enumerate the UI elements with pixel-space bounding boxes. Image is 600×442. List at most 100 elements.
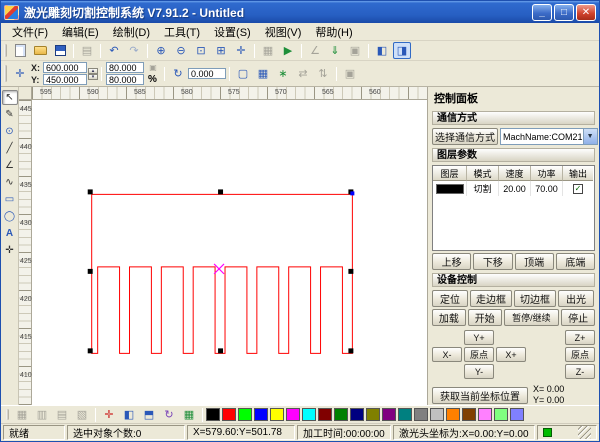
download-to-machine-icon[interactable]: ⇓ xyxy=(326,42,344,59)
color-swatch[interactable] xyxy=(238,408,252,421)
maximize-button[interactable]: □ xyxy=(554,3,574,21)
ellipse-tool[interactable]: ◯ xyxy=(2,209,18,224)
origin-xy-button[interactable]: 原点 xyxy=(464,347,494,362)
stop-button[interactable]: 停止 xyxy=(561,309,596,326)
get-position-button[interactable]: 获取当前坐标位置 xyxy=(432,386,528,404)
color-swatch[interactable] xyxy=(382,408,396,421)
color-swatch[interactable] xyxy=(350,408,364,421)
layer-color-swatch[interactable] xyxy=(435,183,464,194)
panel-left-toggle-icon[interactable]: ◧ xyxy=(373,42,391,59)
mirror-horizontal-icon[interactable]: ⇄ xyxy=(294,65,312,82)
color-swatch[interactable] xyxy=(222,408,236,421)
jog-y-plus-button[interactable]: Y+ xyxy=(464,330,494,345)
color-swatch[interactable] xyxy=(254,408,268,421)
start-button[interactable]: 开始 xyxy=(467,309,502,326)
laser-point-tool[interactable]: ✛ xyxy=(2,243,18,258)
x-position-field[interactable]: 600.000 xyxy=(43,62,87,73)
color-swatch[interactable] xyxy=(334,408,348,421)
load-button[interactable]: 加载 xyxy=(432,309,466,326)
close-button[interactable]: ✕ xyxy=(576,3,596,21)
chevron-down-icon[interactable]: ▼ xyxy=(582,129,597,144)
pause-resume-button[interactable]: 暂停/继续 xyxy=(503,309,560,326)
menu-view[interactable]: 视图(V) xyxy=(258,22,309,42)
menu-settings[interactable]: 设置(S) xyxy=(207,22,258,42)
spinner-down-icon[interactable]: ▾ xyxy=(88,73,98,80)
width-scale-field[interactable]: 80.000 xyxy=(106,62,144,73)
print-icon[interactable]: ▤ xyxy=(78,42,96,59)
menu-edit[interactable]: 编辑(E) xyxy=(55,22,106,42)
save-icon[interactable] xyxy=(51,42,69,59)
menu-help[interactable]: 帮助(H) xyxy=(308,22,359,42)
align-top-icon[interactable]: ⬒ xyxy=(140,406,158,423)
new-document-icon[interactable] xyxy=(11,42,29,59)
align-left-icon[interactable]: ◧ xyxy=(120,406,138,423)
polyline-tool[interactable]: ∠ xyxy=(2,158,18,173)
jog-x-minus-button[interactable]: X- xyxy=(432,347,462,362)
color-swatch[interactable] xyxy=(366,408,380,421)
show-grid-icon[interactable]: ▦ xyxy=(13,406,31,423)
jog-z-plus-button[interactable]: Z+ xyxy=(565,330,595,345)
preview-icon[interactable]: ▢ xyxy=(234,65,252,82)
move-top-button[interactable]: 顶端 xyxy=(514,253,554,270)
panel-right-toggle-icon[interactable]: ◨ xyxy=(393,42,411,59)
layer-output-checkbox[interactable]: ✓ xyxy=(573,183,583,194)
move-bottom-button[interactable]: 底端 xyxy=(555,253,595,270)
cut-frame-button[interactable]: 切边框 xyxy=(514,290,556,307)
selection-handle[interactable] xyxy=(87,348,93,354)
snap-grid-icon[interactable]: ▥ xyxy=(33,406,51,423)
undo-icon[interactable]: ↶ xyxy=(105,42,123,59)
selection-handle[interactable] xyxy=(348,268,354,274)
zoom-window-icon[interactable]: ⊡ xyxy=(192,42,210,59)
jog-x-plus-button[interactable]: X+ xyxy=(496,347,526,362)
line-tool[interactable]: ╱ xyxy=(2,141,18,156)
position-stepper[interactable]: ▴ ▾ xyxy=(88,67,98,80)
y-position-field[interactable]: 450.000 xyxy=(43,74,87,85)
layer-row[interactable]: 切割 20.00 70.00 ✓ xyxy=(433,181,594,196)
laser-fire-button[interactable]: 出光 xyxy=(558,290,594,307)
move-down-button[interactable]: 下移 xyxy=(473,253,513,270)
selected-shape[interactable] xyxy=(91,193,353,354)
height-scale-field[interactable]: 80.000 xyxy=(106,74,144,85)
color-swatch[interactable] xyxy=(510,408,524,421)
start-node-marker[interactable] xyxy=(350,191,355,196)
toolbar-grip[interactable] xyxy=(6,408,9,421)
origin-z-button[interactable]: 原点 xyxy=(565,347,595,362)
nest-icon[interactable]: ∗ xyxy=(274,65,292,82)
origin-cross-icon[interactable]: ✛ xyxy=(100,406,118,423)
open-file-icon[interactable] xyxy=(31,42,49,59)
selection-handle[interactable] xyxy=(87,189,93,195)
mirror-vertical-icon[interactable]: ⇅ xyxy=(314,65,332,82)
color-swatch[interactable] xyxy=(270,408,284,421)
grid-icon[interactable]: ▦ xyxy=(259,42,277,59)
toolbar-grip[interactable] xyxy=(4,64,7,83)
text-tool[interactable]: A xyxy=(2,226,18,241)
curve-tool[interactable]: ∿ xyxy=(2,175,18,190)
lock-ratio-icon[interactable]: ▣ xyxy=(147,63,159,73)
color-swatch[interactable] xyxy=(318,408,332,421)
zoom-tool[interactable]: ⊙ xyxy=(2,124,18,139)
position-anchor-icon[interactable]: ✛ xyxy=(11,65,29,82)
show-guides-icon[interactable]: ▤ xyxy=(53,406,71,423)
color-swatch[interactable] xyxy=(302,408,316,421)
menu-draw[interactable]: 绘制(D) xyxy=(106,22,157,42)
device-manager-icon[interactable]: ▣ xyxy=(346,42,364,59)
pan-icon[interactable]: ✛ xyxy=(232,42,250,59)
resize-grip[interactable] xyxy=(578,426,591,439)
minimize-button[interactable]: _ xyxy=(532,3,552,21)
drawing-canvas[interactable] xyxy=(32,100,427,405)
rotate-90-icon[interactable]: ↻ xyxy=(160,406,178,423)
jog-y-minus-button[interactable]: Y- xyxy=(464,364,494,379)
jog-z-minus-button[interactable]: Z- xyxy=(565,364,595,379)
array-icon[interactable]: ▦ xyxy=(180,406,198,423)
selection-handle[interactable] xyxy=(218,348,224,354)
zoom-fit-icon[interactable]: ⊞ xyxy=(212,42,230,59)
measure-icon[interactable]: ∠ xyxy=(306,42,324,59)
simulate-icon[interactable]: ▶ xyxy=(279,42,297,59)
select-comm-button[interactable]: 选择通信方式 xyxy=(432,128,498,145)
selection-handle[interactable] xyxy=(348,348,354,354)
node-edit-tool[interactable]: ✎ xyxy=(2,107,18,122)
rectangle-tool[interactable]: ▭ xyxy=(2,192,18,207)
color-swatch[interactable] xyxy=(286,408,300,421)
trace-frame-button[interactable]: 走边框 xyxy=(470,290,512,307)
array-copy-icon[interactable]: ▦ xyxy=(254,65,272,82)
